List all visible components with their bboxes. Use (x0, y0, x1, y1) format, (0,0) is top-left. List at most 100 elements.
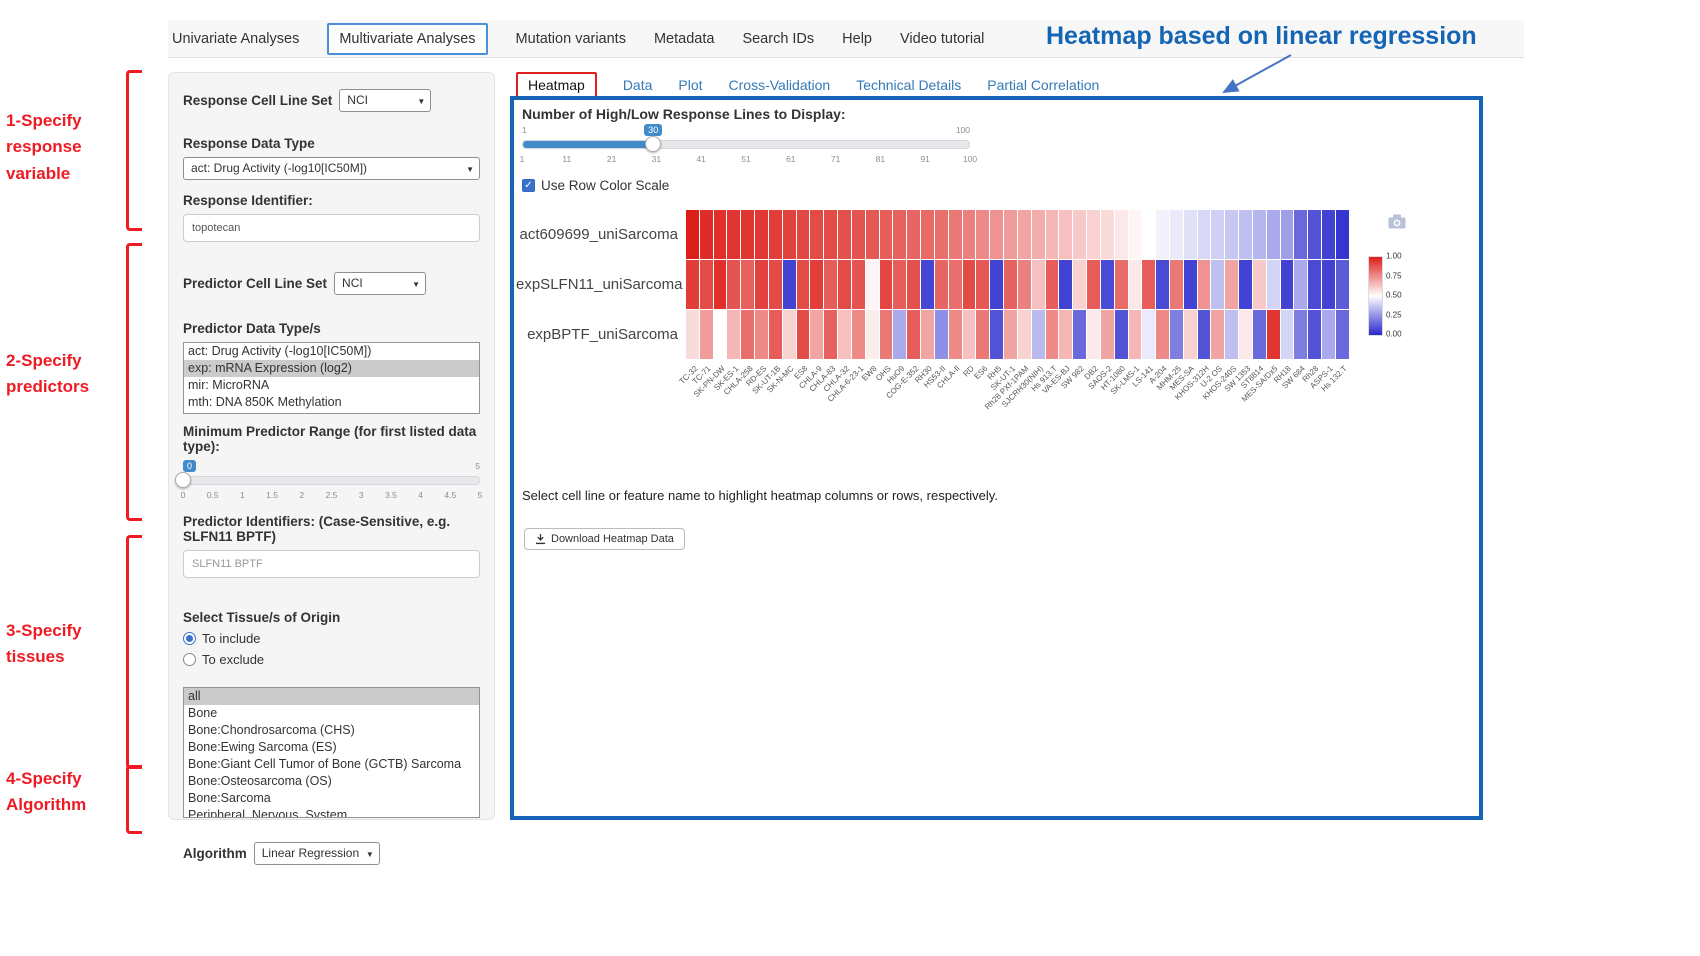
heatmap-cell[interactable] (1004, 210, 1017, 259)
heatmap-cell[interactable] (1059, 210, 1072, 259)
heatmap-cell[interactable] (963, 260, 976, 309)
nav-tab-metadata[interactable]: Metadata (654, 31, 714, 47)
heatmap-cell[interactable] (990, 310, 1003, 359)
camera-icon[interactable] (1388, 214, 1406, 229)
heatmap-cell[interactable] (838, 260, 851, 309)
heatmap-cell[interactable] (1225, 210, 1238, 259)
heatmap-cell[interactable] (1101, 260, 1114, 309)
heatmap-cell[interactable] (1322, 260, 1335, 309)
heatmap-cell[interactable] (1308, 210, 1321, 259)
heatmap-cell[interactable] (1239, 260, 1252, 309)
heatmap-row-label-expslfn11-unisarcoma[interactable]: expSLFN11_uniSarcoma (516, 260, 678, 310)
heatmap-cell[interactable] (727, 260, 740, 309)
heatmap-cell[interactable] (1184, 210, 1197, 259)
heatmap-cell[interactable] (686, 310, 699, 359)
heatmap-cell[interactable] (714, 310, 727, 359)
heatmap-cell[interactable] (921, 260, 934, 309)
slider-track[interactable] (183, 476, 480, 485)
heatmap-cell[interactable] (1170, 260, 1183, 309)
heatmap-cell[interactable] (1281, 210, 1294, 259)
heatmap-cell[interactable] (1211, 210, 1224, 259)
nav-tab-univariate-analyses[interactable]: Univariate Analyses (172, 31, 299, 47)
heatmap-row-label-act609699-unisarcoma[interactable]: act609699_uniSarcoma (516, 210, 678, 260)
heatmap-cell[interactable] (990, 210, 1003, 259)
heatmap-cell[interactable] (1073, 210, 1086, 259)
heatmap-cell[interactable] (755, 210, 768, 259)
heatmap-cell[interactable] (1032, 260, 1045, 309)
algorithm-select[interactable]: Linear Regression ▼ (254, 842, 380, 865)
heatmap-cell[interactable] (783, 210, 796, 259)
heatmap-cell[interactable] (1198, 310, 1211, 359)
heatmap-cell[interactable] (880, 260, 893, 309)
heatmap-cell[interactable] (907, 310, 920, 359)
heatmap-cell[interactable] (783, 310, 796, 359)
heatmap-cell[interactable] (810, 210, 823, 259)
heatmap-cell[interactable] (838, 310, 851, 359)
heatmap-cell[interactable] (1156, 310, 1169, 359)
heatmap-cell[interactable] (1004, 260, 1017, 309)
heatmap-cell[interactable] (1101, 310, 1114, 359)
heatmap-cell[interactable] (686, 210, 699, 259)
heatmap-cell[interactable] (1294, 260, 1307, 309)
heatmap-cell[interactable] (1115, 260, 1128, 309)
nav-tab-video-tutorial[interactable]: Video tutorial (900, 31, 984, 47)
heatmap-cell[interactable] (1073, 310, 1086, 359)
heatmap-cell[interactable] (727, 210, 740, 259)
heatmap-cell[interactable] (1018, 260, 1031, 309)
heatmap-cell[interactable] (1046, 210, 1059, 259)
heatmap-cell[interactable] (1129, 260, 1142, 309)
slider-track[interactable] (522, 140, 970, 149)
heatmap-cell[interactable] (1225, 310, 1238, 359)
tab-cross-validation[interactable]: Cross-Validation (729, 77, 831, 93)
heatmap-cell[interactable] (1156, 210, 1169, 259)
heatmap-cell[interactable] (1129, 210, 1142, 259)
heatmap-cell[interactable] (755, 310, 768, 359)
heatmap-cell[interactable] (727, 310, 740, 359)
heatmap-cell[interactable] (893, 210, 906, 259)
heatmap-cell[interactable] (1211, 310, 1224, 359)
heatmap-cell[interactable] (1267, 260, 1280, 309)
list-option-act-drug-activity-log10-ic50m[interactable]: act: Drug Activity (-log10[IC50M]) (184, 343, 479, 360)
heatmap-cell[interactable] (1198, 210, 1211, 259)
heatmap-cell[interactable] (1170, 210, 1183, 259)
heatmap-cell[interactable] (1170, 310, 1183, 359)
heatmap-cell[interactable] (893, 310, 906, 359)
heatmap-cell[interactable] (714, 260, 727, 309)
slider-handle[interactable] (645, 136, 661, 152)
list-option-mir-microrna[interactable]: mir: MicroRNA (184, 377, 479, 394)
heatmap-cell[interactable] (1267, 310, 1280, 359)
heatmap-cell[interactable] (976, 310, 989, 359)
heatmap-cell[interactable] (1032, 310, 1045, 359)
list-option-bone-giant-cell-tumor-of-bone-gctb-sarcoma[interactable]: Bone:Giant Cell Tumor of Bone (GCTB) Sar… (184, 756, 479, 773)
heatmap-cell[interactable] (949, 310, 962, 359)
heatmap-cell[interactable] (1184, 310, 1197, 359)
nav-tab-search-ids[interactable]: Search IDs (742, 31, 814, 47)
heatmap-cell[interactable] (1308, 310, 1321, 359)
heatmap-cell[interactable] (1087, 210, 1100, 259)
heatmap-cell[interactable] (1198, 260, 1211, 309)
heatmap-cell[interactable] (824, 310, 837, 359)
heatmap-cell[interactable] (990, 260, 1003, 309)
heatmap-cell[interactable] (838, 210, 851, 259)
tab-heatmap[interactable]: Heatmap (516, 72, 597, 98)
response-cell-line-set-select[interactable]: NCI ▼ (339, 89, 431, 112)
heatmap-cell[interactable] (769, 310, 782, 359)
heatmap-cell[interactable] (741, 210, 754, 259)
heatmap-cell[interactable] (880, 210, 893, 259)
heatmap-cell[interactable] (1004, 310, 1017, 359)
heatmap-cell[interactable] (1336, 310, 1349, 359)
heatmap-cell[interactable] (1253, 260, 1266, 309)
heatmap-cell[interactable] (963, 210, 976, 259)
heatmap-cell[interactable] (935, 210, 948, 259)
heatmap-cell[interactable] (893, 260, 906, 309)
heatmap-cell[interactable] (1308, 260, 1321, 309)
heatmap-cell[interactable] (1115, 310, 1128, 359)
min-predictor-range-slider[interactable]: 5000.511.522.533.544.55 (183, 460, 480, 504)
heatmap-cell[interactable] (810, 310, 823, 359)
heatmap-cell[interactable] (963, 310, 976, 359)
list-option-all[interactable]: all (184, 688, 479, 705)
row-color-scale-checkbox[interactable] (522, 179, 535, 192)
response-lines-slider[interactable]: 1100301112131415161718191100 (522, 124, 970, 168)
heatmap-cell[interactable] (1322, 210, 1335, 259)
heatmap-cell[interactable] (686, 260, 699, 309)
